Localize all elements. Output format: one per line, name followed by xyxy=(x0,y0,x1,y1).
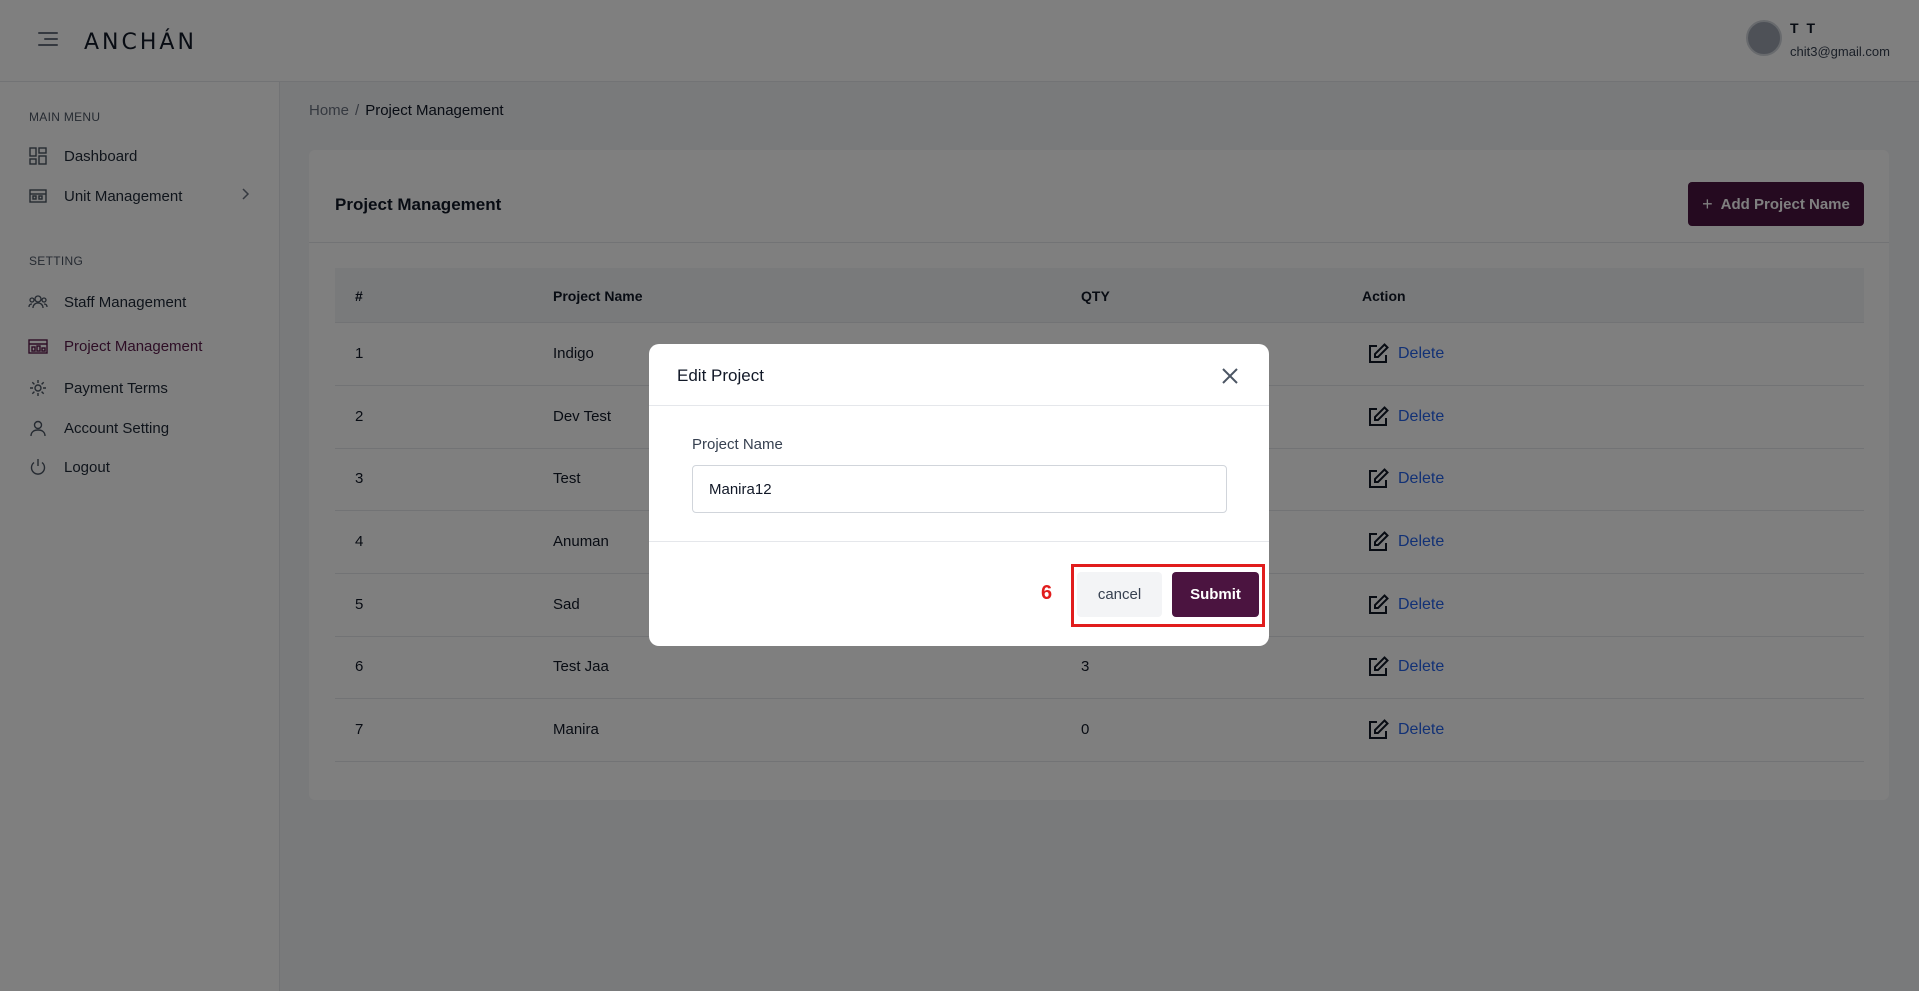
modal-footer-divider xyxy=(649,541,1269,542)
cancel-button[interactable]: cancel xyxy=(1077,572,1162,617)
submit-button[interactable]: Submit xyxy=(1172,572,1259,617)
modal-title: Edit Project xyxy=(677,366,764,385)
close-icon[interactable] xyxy=(1218,364,1242,388)
project-name-input[interactable] xyxy=(692,465,1227,513)
modal-header-divider xyxy=(649,405,1269,406)
step-annotation: 6 xyxy=(1041,582,1053,604)
project-name-label: Project Name xyxy=(692,436,783,453)
